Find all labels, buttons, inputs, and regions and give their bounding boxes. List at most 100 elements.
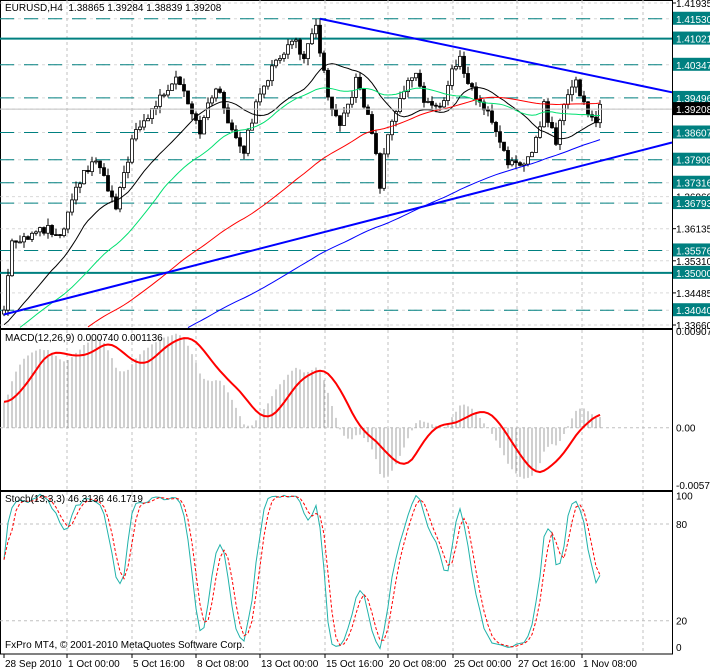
level-price-label: 1.40347 [676, 61, 710, 72]
candle-body [294, 39, 298, 42]
candle-body [530, 152, 534, 158]
time-axis-label: 20 Oct 08:00 [389, 659, 447, 670]
candle-body [398, 98, 402, 112]
candle-body [414, 72, 418, 79]
level-price-label: 1.37316 [676, 179, 710, 190]
candle-body [226, 107, 230, 124]
candle-body [158, 94, 162, 107]
candle-body [438, 105, 442, 108]
price-axis-label: 1.34485 [676, 289, 710, 300]
candle-body [582, 95, 586, 103]
candle-body [66, 211, 70, 230]
stoch-axis-label: 0 [676, 643, 682, 654]
candle-body [254, 101, 258, 124]
candle-body [222, 92, 226, 109]
candle-body [518, 162, 522, 166]
candle-body [470, 83, 474, 88]
candle-body [566, 94, 570, 105]
candle-body [466, 73, 470, 84]
stoch-label: Stoch(13,3,3) [5, 494, 66, 505]
candle-body [102, 167, 106, 176]
candle-body [266, 80, 270, 87]
stoch-k-value: 46.3136 [67, 494, 104, 505]
candle-body [434, 104, 438, 107]
candle-body [490, 110, 494, 123]
candle-body [130, 138, 134, 163]
candle-body [50, 225, 54, 235]
candle-body [54, 234, 58, 236]
candle-body [446, 85, 450, 101]
time-axis-label: 15 Oct 16:00 [326, 659, 384, 670]
candle-body [430, 101, 434, 106]
candle-body [62, 228, 66, 236]
candle-body [246, 129, 250, 154]
candles [2, 18, 602, 317]
candle-body [10, 240, 14, 277]
time-axis-label: 1 Nov 08:00 [583, 659, 637, 670]
stoch-main-line [3, 493, 601, 650]
candle-body [218, 88, 222, 93]
moving-average-line [187, 139, 601, 329]
candle-body [166, 90, 170, 96]
candle-body [510, 160, 514, 166]
candle-body [578, 79, 582, 97]
candle-body [554, 127, 558, 145]
candle-body [46, 225, 50, 234]
candle-body [558, 120, 562, 145]
candle-body [494, 121, 498, 133]
candle-body [418, 72, 422, 87]
time-axis-label: 27 Oct 16:00 [518, 659, 576, 670]
candle-body [198, 119, 202, 135]
price-axis-label: 1.36135 [676, 225, 710, 236]
candle-body [402, 91, 406, 99]
candle-body [178, 76, 182, 85]
candle-body [170, 83, 174, 91]
candle-body [390, 120, 394, 136]
candle-body [330, 96, 334, 110]
candle-body [262, 85, 266, 95]
candle-body [378, 153, 382, 189]
candle-body [570, 86, 574, 96]
candle-body [574, 79, 578, 88]
candle-body [302, 53, 306, 59]
candle-body [162, 94, 166, 97]
candle-body [134, 129, 138, 140]
candle-body [362, 88, 366, 108]
mt4-chart-window[interactable]: 28 Sep 2010 1 Oct 00:00 5 Oct 16:00 8 Oct 0… [0, 0, 710, 671]
candle-body [410, 77, 414, 81]
candle-body [426, 101, 430, 103]
candle-body [306, 43, 310, 59]
macd-label: MACD(12,26,9) [5, 333, 75, 344]
macd-axis-label: -0.005751 [676, 481, 710, 492]
time-axis-label: 13 Oct 00:00 [261, 659, 319, 670]
candle-body [318, 24, 322, 54]
candle-body [298, 39, 302, 55]
candle-body [154, 105, 158, 110]
moving-average-line [19, 87, 601, 328]
ohlc-high: 1.39284 [107, 3, 144, 14]
level-price-label: 1.37908 [676, 156, 710, 167]
candle-body [382, 153, 386, 189]
stoch-signal-line [3, 495, 601, 648]
candle-body [534, 136, 538, 153]
copyright-text: FxPro MT4, © 2001-2010 MetaQuotes Softwa… [5, 640, 245, 651]
level-price-label: 1.35576 [676, 246, 710, 257]
candle-body [58, 234, 62, 236]
candle-body [326, 69, 330, 98]
candle-body [30, 232, 34, 240]
candle-body [126, 161, 130, 173]
candle-body [458, 55, 462, 67]
candle-body [138, 126, 142, 130]
time-axis-label: 8 Oct 08:00 [197, 659, 249, 670]
candle-body [282, 53, 286, 59]
candle-body [442, 100, 446, 108]
level-price-label: 1.41021 [676, 35, 710, 46]
stoch-axis-label: 100 [676, 492, 693, 503]
candle-body [538, 126, 542, 138]
stoch-axis-label: 20 [676, 617, 688, 628]
candle-body [98, 160, 102, 169]
candle-body [34, 231, 38, 234]
candle-body [474, 86, 478, 100]
candle-body [210, 97, 214, 104]
candle-body [550, 122, 554, 129]
